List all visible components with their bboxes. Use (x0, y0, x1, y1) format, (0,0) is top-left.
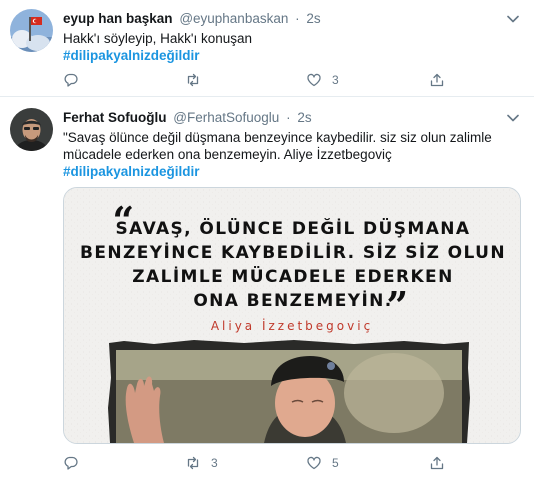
hashtag-link[interactable]: #dilipakyalnizdeğildir (63, 163, 516, 180)
reply-icon (64, 73, 78, 87)
timestamp[interactable]: 2s (297, 110, 311, 125)
tweet-text: Hakk'ı söyleyip, Hakk'ı konuşan #dilipak… (63, 30, 516, 64)
tweet-body: "Savaş ölünce değil düşmana benzeyince k… (63, 130, 492, 162)
hashtag-link[interactable]: #dilipakyalnizdeğildir (63, 47, 516, 64)
separator: · (295, 11, 300, 26)
author-handle[interactable]: @eyuphanbaskan (179, 11, 288, 26)
separator: · (286, 110, 291, 125)
tweet-body: Hakk'ı söyleyip, Hakk'ı konuşan (63, 31, 252, 46)
tweet-media-image[interactable]: “ SAVAŞ, ÖLÜNCE DEĞİL DÜŞMANA BENZEYİNCE… (63, 187, 521, 444)
reply-button[interactable] (63, 453, 89, 473)
share-icon (430, 73, 444, 87)
tweet-header: Ferhat Sofuoğlu @FerhatSofuoglu · 2s (63, 108, 520, 128)
like-count: 5 (332, 456, 339, 470)
share-button[interactable] (429, 70, 455, 90)
heart-icon (307, 456, 321, 470)
retweet-icon (187, 73, 199, 87)
like-count: 3 (332, 73, 339, 87)
quote-line: ONA BENZEMEYİN. (193, 289, 392, 311)
portrait-photo (108, 340, 470, 443)
retweet-button[interactable]: 3 (185, 453, 218, 473)
author-name[interactable]: eyup han başkan (63, 11, 173, 26)
chevron-down-icon[interactable] (506, 111, 520, 125)
chevron-down-icon[interactable] (506, 12, 520, 26)
reply-button[interactable] (63, 70, 89, 90)
close-quote-mark: ” (386, 283, 409, 328)
tweet[interactable]: Ferhat Sofuoğlu @FerhatSofuoglu · 2s "Sa… (0, 97, 534, 479)
tweet-actions: 3 (63, 70, 463, 90)
heart-icon (307, 73, 321, 87)
reply-icon (64, 456, 78, 470)
like-button[interactable]: 5 (306, 453, 339, 473)
tweet-actions: 3 5 (63, 453, 463, 473)
quote-line: SAVAŞ, ÖLÜNCE DEĞİL DÜŞMANA (116, 217, 471, 239)
share-icon (430, 456, 444, 470)
tweet-text: "Savaş ölünce değil düşmana benzeyince k… (63, 129, 516, 180)
like-button[interactable]: 3 (306, 70, 339, 90)
retweet-button[interactable] (185, 70, 211, 90)
tweet-header: eyup han başkan @eyuphanbaskan · 2s (63, 9, 520, 29)
timestamp[interactable]: 2s (306, 11, 320, 26)
avatar[interactable] (10, 108, 53, 151)
retweet-count: 3 (211, 456, 218, 470)
tweet[interactable]: eyup han başkan @eyuphanbaskan · 2s Hakk… (0, 0, 534, 97)
quote-attribution: Aliya İzzetbegoviç (211, 318, 373, 333)
author-name[interactable]: Ferhat Sofuoğlu (63, 110, 167, 125)
avatar[interactable] (10, 9, 53, 52)
quote-line: BENZEYİNCE KAYBEDİLİR. SİZ SİZ OLUN (80, 241, 506, 263)
retweet-icon (187, 456, 199, 470)
share-button[interactable] (429, 453, 455, 473)
author-handle[interactable]: @FerhatSofuoglu (173, 110, 279, 125)
